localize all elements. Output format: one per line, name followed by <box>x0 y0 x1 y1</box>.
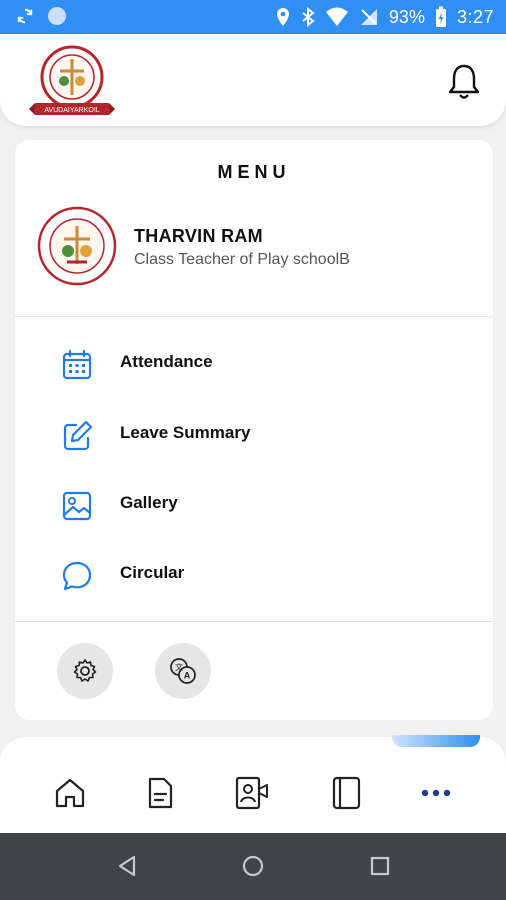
more-icon[interactable] <box>418 775 454 811</box>
wifi-icon <box>325 7 348 26</box>
battery-percent: 93% <box>388 6 425 27</box>
menu-item-gallery[interactable]: Gallery <box>15 475 493 535</box>
home-icon[interactable] <box>52 775 88 811</box>
home-circle-icon[interactable] <box>242 855 264 877</box>
menu-item-label: Attendance <box>120 352 213 371</box>
notebook-icon[interactable] <box>328 775 364 811</box>
video-contact-icon[interactable] <box>234 775 270 811</box>
menu-item-leave-summary[interactable]: Leave Summary <box>15 405 493 465</box>
recents-icon[interactable] <box>370 855 390 877</box>
status-bar: 93% 3:27 <box>0 0 506 34</box>
svg-text:A: A <box>184 671 191 681</box>
notification-bell-icon[interactable] <box>446 62 482 100</box>
divider <box>15 621 493 622</box>
circle-status-icon <box>48 7 66 25</box>
menu-item-circular[interactable]: Circular <box>15 545 493 605</box>
svg-text:文: 文 <box>175 662 183 672</box>
profile-role: Class Teacher of Play schoolB <box>134 251 350 268</box>
divider <box>15 316 493 317</box>
menu-item-label: Gallery <box>120 493 178 512</box>
sync-icon <box>17 8 33 24</box>
menu-item-attendance[interactable]: Attendance <box>15 334 493 394</box>
settings-button[interactable] <box>57 643 113 699</box>
clock: 3:27 <box>456 6 494 27</box>
edit-icon <box>63 420 93 451</box>
bottom-navigation <box>0 735 506 833</box>
menu-panel: MENU THARVIN RAM Class Teacher of Play s… <box>15 140 493 720</box>
document-icon[interactable] <box>142 775 178 811</box>
school-logo[interactable]: AVUDAIYARKOIL <box>29 45 115 117</box>
app-header: AVUDAIYARKOIL <box>0 34 506 126</box>
back-icon[interactable] <box>117 855 137 877</box>
location-icon <box>276 8 289 26</box>
menu-item-label: Leave Summary <box>120 423 251 442</box>
svg-text:AVUDAIYARKOIL: AVUDAIYARKOIL <box>44 107 99 114</box>
system-navigation-bar <box>0 833 506 900</box>
settings-icon <box>73 659 97 682</box>
language-button[interactable]: 文 A <box>155 643 211 699</box>
battery-icon <box>435 6 446 27</box>
menu-item-label: Circular <box>120 563 185 582</box>
chat-bubble-icon <box>62 561 92 591</box>
menu-title: MENU <box>217 162 291 182</box>
translate-icon: 文 A <box>170 658 196 684</box>
calendar-icon <box>62 349 92 380</box>
bluetooth-icon <box>302 7 315 27</box>
profile-name: THARVIN RAM <box>134 226 263 246</box>
profile-avatar <box>37 206 117 286</box>
image-icon <box>62 491 92 521</box>
active-tab-indicator <box>392 735 480 747</box>
signal-off-icon <box>360 9 377 25</box>
